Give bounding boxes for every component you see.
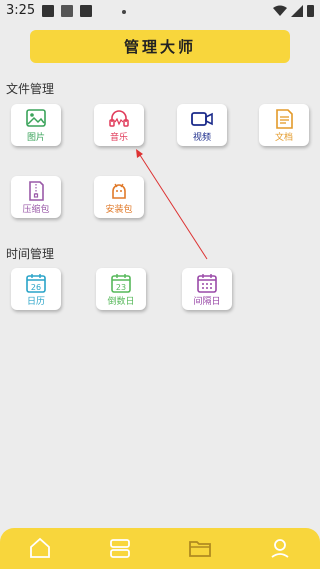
android-icon [112,183,126,199]
profile-icon[interactable] [268,536,292,560]
video-card[interactable]: 视频 [177,104,227,146]
section-title-time: 时间管理 [6,247,55,261]
card-label: 间隔日 [193,297,221,307]
music-icon [109,110,129,127]
card-label: 文档 [274,133,293,143]
wifi-icon [273,5,287,16]
status-time: 3:25 [6,3,36,18]
countdown-card[interactable]: 23 倒数日 [96,268,146,310]
installer-card[interactable]: 安装包 [94,176,144,218]
document-icon [276,109,293,129]
countdown-icon: 23 [111,274,131,293]
card-label: 压缩包 [22,205,50,215]
home-icon[interactable] [28,536,52,560]
interval-calendar-icon [197,274,217,293]
zip-card[interactable]: 压缩包 [11,176,61,218]
card-label: 日历 [26,297,45,307]
layout-icon[interactable] [108,536,132,560]
document-card[interactable]: 文档 [259,104,309,146]
signal-icon [291,4,303,17]
a-notification-icon [61,5,73,17]
video-icon [191,112,213,126]
card-label: 音乐 [109,133,128,143]
section-title-file: 文件管理 [6,82,55,96]
zip-icon [29,181,44,201]
status-bar: 3:25 [0,0,320,24]
calendar-day-number: 26 [31,283,41,292]
card-label: 视频 [192,133,211,143]
calendar-icon: 26 [26,274,46,293]
folder-icon[interactable] [188,536,212,560]
image-card[interactable]: 图片 [11,104,61,146]
title-bar: 管理大师 [30,30,290,63]
card-label: 安装包 [105,205,133,215]
music-card[interactable]: 音乐 [94,104,144,146]
battery-icon [307,5,314,17]
countdown-day-number: 23 [116,283,126,292]
image-notification-icon [42,5,54,17]
calendar-card[interactable]: 26 日历 [11,268,61,310]
interval-card[interactable]: 间隔日 [182,268,232,310]
card-label: 倒数日 [107,297,135,307]
more-notifications-icon [122,10,126,14]
app-notification-icon [80,5,92,17]
card-label: 图片 [26,133,45,143]
page-title: 管理大师 [123,38,196,56]
bottom-navigation [0,528,320,569]
image-icon [26,109,46,127]
